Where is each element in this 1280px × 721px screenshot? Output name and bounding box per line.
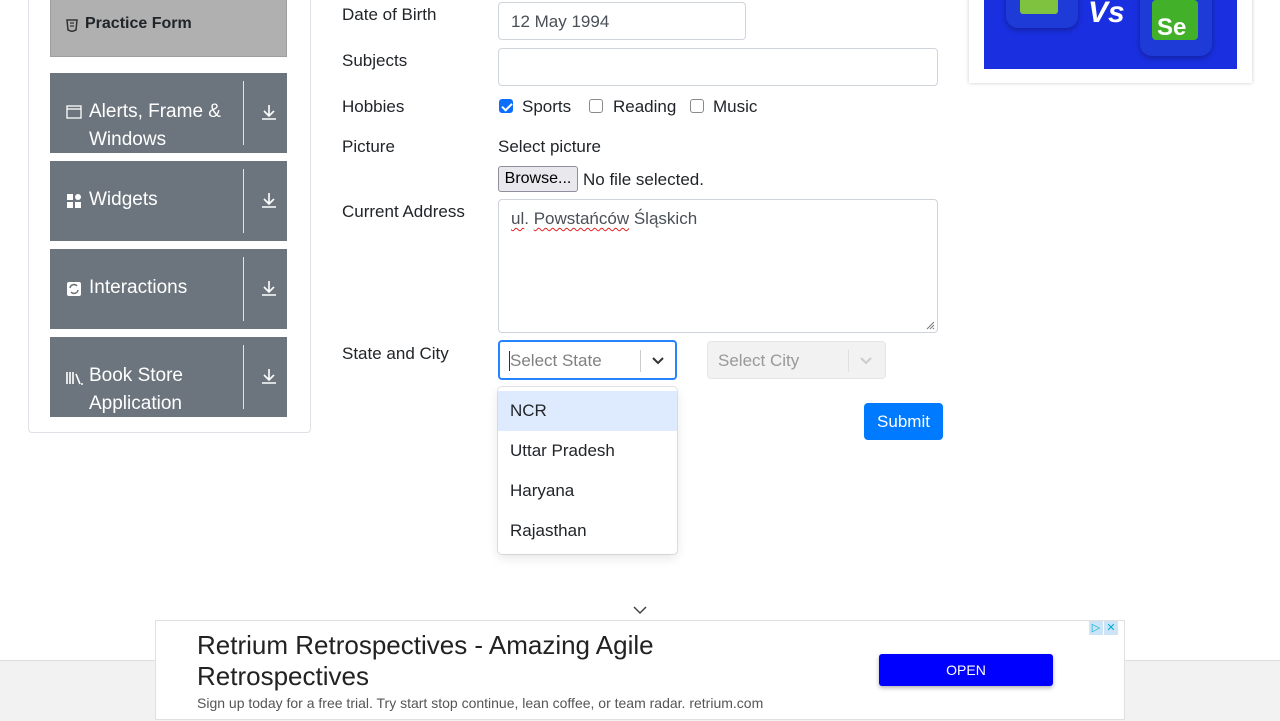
divider <box>243 169 244 233</box>
ad-title[interactable]: Retrium Retrospectives - Amazing Agile R… <box>197 630 817 692</box>
music-checkbox[interactable] <box>690 99 704 113</box>
sidebar-item-practice-form[interactable]: Practice Form <box>50 0 287 57</box>
browse-button[interactable]: Browse... <box>498 166 578 192</box>
dob-label: Date of Birth <box>342 5 437 24</box>
city-placeholder: Select City <box>718 351 800 370</box>
close-icon[interactable]: ✕ <box>1104 621 1118 635</box>
ad-badges: ▷ ✕ <box>1089 621 1118 635</box>
sidebar-group-alerts[interactable]: Alerts, Frame & Windows <box>50 73 287 153</box>
chevron-down-icon[interactable] <box>650 353 666 369</box>
sidebar-group-widgets[interactable]: Widgets <box>50 161 287 241</box>
subjects-input[interactable] <box>498 48 938 86</box>
divider <box>243 345 244 409</box>
sidebar-group-bookstore[interactable]: Book Store Application <box>50 337 287 417</box>
sports-checkbox[interactable] <box>499 99 513 113</box>
sports-label[interactable]: Sports <box>522 97 571 117</box>
hobbies-label: Hobbies <box>342 97 405 116</box>
selenium-logo-icon: Se <box>1152 0 1198 41</box>
state-placeholder: Select State <box>510 351 602 370</box>
download-icon[interactable] <box>260 191 278 214</box>
dob-value: 12 May 1994 <box>511 12 610 31</box>
bottom-ad[interactable]: Retrium Retrospectives - Amazing Agile R… <box>155 620 1125 720</box>
divider <box>243 81 244 145</box>
select-picture-label: Select picture <box>498 137 601 156</box>
adchoices-icon[interactable]: ▷ <box>1089 621 1103 635</box>
divider <box>243 257 244 321</box>
logo-icon <box>1020 0 1058 14</box>
state-option-rajasthan[interactable]: Rajasthan <box>498 511 677 551</box>
reading-label[interactable]: Reading <box>613 97 676 117</box>
sidebar-group-interactions[interactable]: Interactions <box>50 249 287 329</box>
picture-label: Picture <box>342 137 395 156</box>
download-icon[interactable] <box>260 367 278 390</box>
address-textarea[interactable]: ul. Powstańców Śląskich <box>498 199 938 333</box>
download-icon[interactable] <box>260 279 278 302</box>
versus-text: Vs <box>1088 0 1125 29</box>
indicator-separator <box>640 350 641 372</box>
top-ad-banner[interactable]: Vs Se <box>984 0 1237 69</box>
state-select[interactable]: Select State <box>498 340 677 380</box>
indicator-separator <box>848 350 849 372</box>
sidebar-group-label: Alerts, Frame & Windows <box>89 101 221 150</box>
state-city-label: State and City <box>342 344 449 363</box>
sidebar-group-label: Book Store Application <box>89 365 183 414</box>
sidebar-group-label: Widgets <box>89 189 158 210</box>
state-option-ncr[interactable]: NCR <box>498 391 677 431</box>
sidebar-group-label: Interactions <box>89 277 188 298</box>
form-icon <box>66 19 78 35</box>
widgets-icon <box>66 193 82 212</box>
selenium-text: Se <box>1157 14 1187 41</box>
interactions-icon <box>66 281 82 300</box>
app-tile: Se <box>1140 0 1212 56</box>
submit-button[interactable]: Submit <box>864 403 943 440</box>
address-label: Current Address <box>342 202 465 221</box>
ad-open-button[interactable]: OPEN <box>879 654 1053 686</box>
dob-input[interactable]: 12 May 1994 <box>498 2 746 40</box>
ad-description: Sign up today for a free trial. Try star… <box>197 695 764 711</box>
state-option-uttar-pradesh[interactable]: Uttar Pradesh <box>498 431 677 471</box>
chevron-down-icon <box>860 357 872 365</box>
state-dropdown-menu: NCR Uttar Pradesh Haryana Rajasthan <box>498 387 677 554</box>
sidebar-item-label: Practice Form <box>85 15 192 32</box>
city-select[interactable]: Select City <box>707 341 886 379</box>
books-icon <box>66 371 84 388</box>
reading-checkbox[interactable] <box>589 99 603 113</box>
state-option-haryana[interactable]: Haryana <box>498 471 677 511</box>
file-status: No file selected. <box>583 170 704 189</box>
window-icon <box>66 105 82 122</box>
app-tile <box>1006 0 1078 28</box>
chevron-down-icon[interactable] <box>632 604 648 616</box>
address-value: ul. Powstańców Śląskich <box>511 209 698 228</box>
music-label[interactable]: Music <box>713 97 757 117</box>
resize-handle-icon[interactable] <box>925 320 935 330</box>
subjects-label: Subjects <box>342 51 408 70</box>
download-icon[interactable] <box>260 103 278 126</box>
